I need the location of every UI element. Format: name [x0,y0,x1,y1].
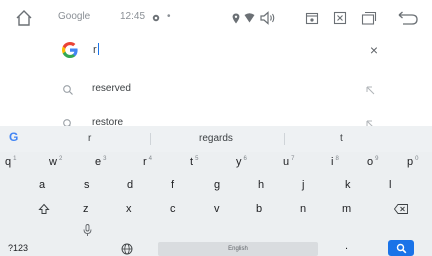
suggestion-text: reserved [92,83,131,94]
recents-icon[interactable] [360,10,378,26]
location-icon [231,12,241,24]
key-f[interactable]: f [171,179,174,191]
google-g-icon [60,40,80,60]
key-t[interactable]: t5 [190,156,198,168]
symbols-key[interactable]: ?123 [8,243,28,253]
key-u[interactable]: u7 [283,156,294,168]
app-name: Google [58,11,91,22]
candidate-strip: G r regards t [0,126,432,152]
arrow-up-left-icon[interactable] [364,117,376,126]
key-g[interactable]: g [214,179,220,191]
key-h[interactable]: h [258,179,264,191]
volume-icon[interactable] [259,10,277,26]
key-w[interactable]: w2 [49,156,62,168]
search-input[interactable]: r [93,43,99,56]
key-v[interactable]: v [214,203,220,215]
home-icon[interactable] [12,6,36,30]
status-separator: • [167,11,171,22]
mic-icon[interactable] [81,223,93,237]
globe-icon[interactable] [120,242,134,256]
search-icon [62,117,74,126]
key-c[interactable]: c [170,203,176,215]
shift-icon[interactable] [37,202,51,216]
key-i[interactable]: i8 [331,156,339,168]
suggestion-text: restore [92,117,124,126]
key-q[interactable]: q1 [5,156,16,168]
screenshot-icon[interactable] [304,10,320,26]
google-g-icon[interactable]: G [9,130,23,144]
backspace-icon[interactable] [393,202,409,216]
search-icon [62,83,74,95]
key-a[interactable]: a [39,179,45,191]
key-s[interactable]: s [84,179,90,191]
key-b[interactable]: b [256,203,262,215]
arrow-up-left-icon[interactable] [364,83,376,95]
status-bar: Google 12:45 • [0,0,432,36]
key-k[interactable]: k [345,179,351,191]
search-key[interactable] [388,240,414,256]
suggestion-item[interactable]: restore [60,114,380,126]
gear-icon [150,11,162,25]
key-j[interactable]: j [302,179,304,191]
key-x[interactable]: x [126,203,132,215]
key-r[interactable]: r4 [143,156,152,168]
clock: 12:45 [120,11,146,22]
back-icon[interactable] [396,9,420,27]
close-box-icon[interactable] [332,10,348,26]
key-e[interactable]: e3 [95,156,106,168]
key-y[interactable]: y6 [236,156,247,168]
clear-button[interactable]: × [370,42,378,58]
key-l[interactable]: l [389,179,391,191]
key-n[interactable]: n [300,203,306,215]
search-bar[interactable]: r × [60,40,390,64]
candidate-word[interactable]: regards [199,133,233,144]
key-d[interactable]: d [127,179,133,191]
candidate-word[interactable]: r [88,133,91,144]
period-key[interactable]: . [345,240,348,252]
key-m[interactable]: m [342,203,351,215]
search-icon [396,243,406,253]
suggestion-item[interactable]: reserved [60,80,380,100]
key-o[interactable]: o9 [367,156,378,168]
space-bar[interactable]: English [158,242,318,256]
candidate-word[interactable]: t [340,133,343,144]
key-z[interactable]: z [83,203,89,215]
key-p[interactable]: p0 [407,156,418,168]
search-query: r [93,44,97,56]
wifi-icon [243,12,255,24]
keyboard: G r regards t q1 w2 e3 r4 t5 y6 u7 i8 o9… [0,126,432,256]
